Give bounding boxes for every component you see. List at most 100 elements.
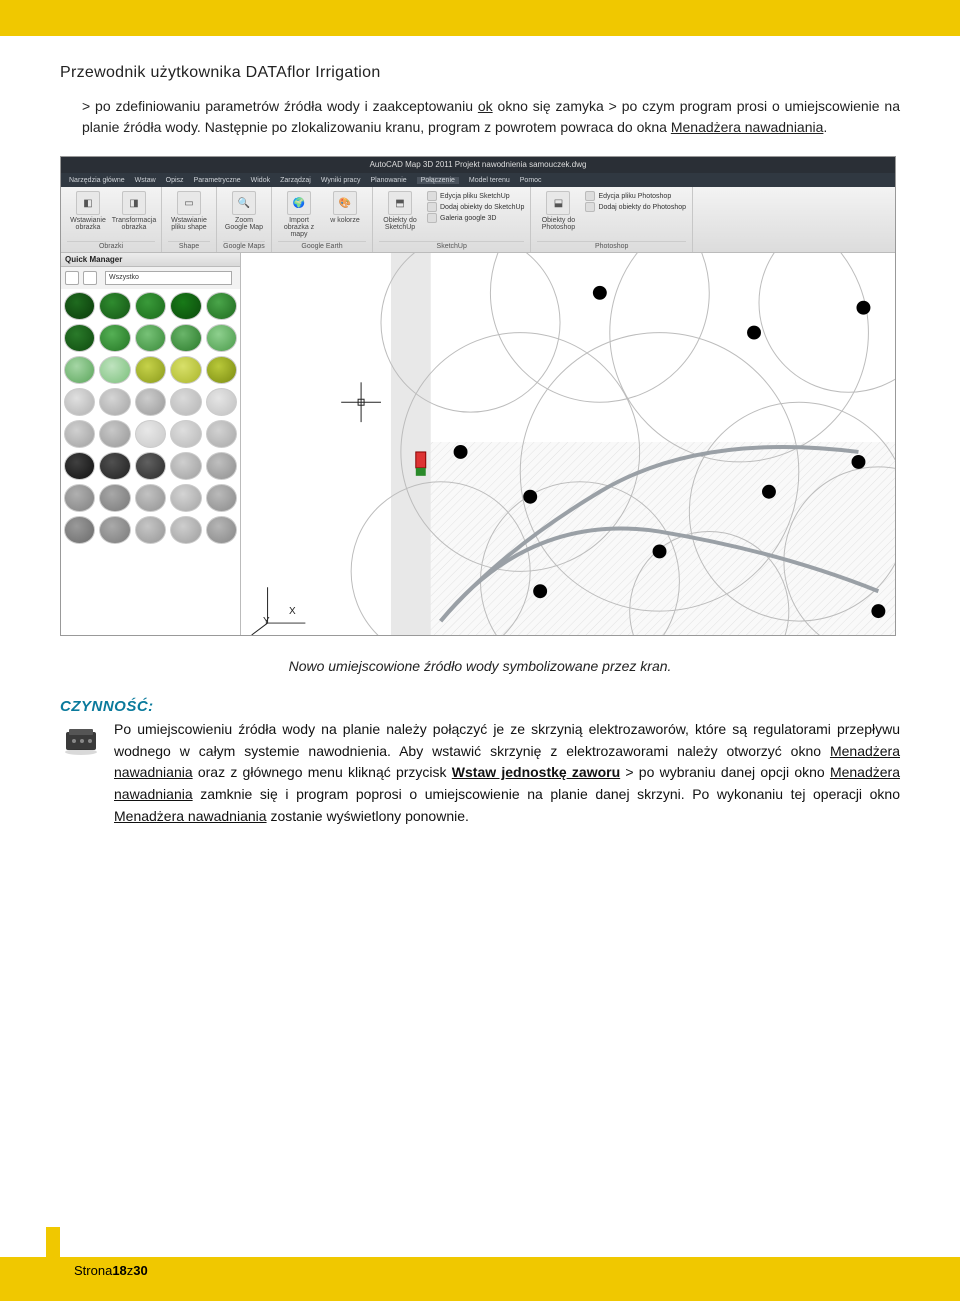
page-footer: Strona 18 z 30 (0, 1257, 960, 1301)
plant-swatch[interactable] (135, 324, 166, 352)
plant-swatch[interactable] (170, 420, 201, 448)
autocad-menubar[interactable]: Narzędzia główne Wstaw Opisz Parametryczne W… (61, 173, 895, 187)
menu-item[interactable]: Wstaw (135, 177, 156, 184)
autocad-canvas[interactable]: Y X (241, 253, 895, 635)
plant-swatch[interactable] (99, 356, 130, 384)
ribbon-small-button[interactable]: Dodaj obiekty do SketchUp (427, 202, 524, 212)
plant-swatch[interactable] (135, 388, 166, 416)
plant-swatch[interactable] (135, 484, 166, 512)
axis-y-label: Y (263, 616, 270, 627)
intro-ok-link: ok (478, 98, 493, 114)
action-seg1: Po umiejscowieniu źródła wody na planie … (114, 721, 900, 759)
ribbon-button[interactable]: ◧ (76, 191, 100, 215)
menu-item[interactable]: Narzędzia główne (69, 177, 125, 184)
plant-swatch[interactable] (64, 292, 95, 320)
plant-swatch[interactable] (99, 388, 130, 416)
footer-page-total: 30 (133, 1263, 147, 1278)
plant-swatch[interactable] (206, 388, 237, 416)
page-body: Przewodnik użytkownika DATAflor Irrigati… (0, 36, 960, 827)
plant-swatch[interactable] (64, 324, 95, 352)
quick-manager-tabs[interactable]: Wszystko (61, 267, 240, 289)
footer-page-current: 18 (112, 1263, 126, 1278)
plant-swatch[interactable] (64, 452, 95, 480)
plant-swatch[interactable] (99, 292, 130, 320)
plant-swatch[interactable] (206, 452, 237, 480)
plant-swatch[interactable] (99, 324, 130, 352)
intro-paragraph: > po zdefiniowaniu parametrów źródła wod… (82, 96, 900, 138)
plant-swatch[interactable] (135, 356, 166, 384)
autocad-screenshot: AutoCAD Map 3D 2011 Projekt nawodnienia … (60, 156, 896, 636)
plant-swatch[interactable] (64, 356, 95, 384)
menu-item[interactable]: Zarządzaj (280, 177, 311, 184)
plant-swatch[interactable] (170, 388, 201, 416)
plant-swatch[interactable] (170, 484, 201, 512)
action-seg4: zamknie się i program poprosi o umiejsco… (193, 786, 900, 802)
axis-x-label: X (289, 606, 296, 617)
ribbon-group-caption: Shape (168, 241, 210, 250)
plant-swatch[interactable] (64, 420, 95, 448)
plant-swatch[interactable] (206, 420, 237, 448)
plant-swatch[interactable] (170, 516, 201, 544)
plant-swatch[interactable] (99, 452, 130, 480)
menu-item[interactable]: Widok (251, 177, 270, 184)
qm-tab-1[interactable] (65, 271, 79, 285)
plant-swatch[interactable] (206, 516, 237, 544)
ribbon-button[interactable]: 🌍 (287, 191, 311, 215)
ribbon-group: ▭ Wstawianie pliku shape Shape (162, 187, 217, 252)
ribbon-button[interactable]: 🎨 (333, 191, 357, 215)
plant-swatch[interactable] (206, 292, 237, 320)
qm-tab-2[interactable] (83, 271, 97, 285)
qm-dropdown[interactable]: Wszystko (105, 271, 232, 285)
action-seg3: > po wybraniu danej opcji okno (620, 764, 830, 780)
ribbon-button[interactable]: ◨ (122, 191, 146, 215)
plant-swatch[interactable] (99, 516, 130, 544)
plant-swatch[interactable] (64, 388, 95, 416)
ribbon-group: 🔍Zoom Google MapGoogle Maps (217, 187, 272, 252)
menu-item[interactable]: Planowanie (370, 177, 406, 184)
plant-swatch[interactable] (99, 484, 130, 512)
ribbon-button-label: Zoom Google Map (223, 217, 265, 231)
plant-swatch[interactable] (99, 420, 130, 448)
quick-manager-panel[interactable]: Quick Manager Wszystko (61, 253, 241, 635)
plant-swatch[interactable] (135, 452, 166, 480)
ribbon-button-label: Wstawianie pliku shape (168, 217, 210, 231)
plant-swatch[interactable] (170, 292, 201, 320)
ribbon-button-label: Transformacja obrazka (112, 217, 156, 231)
ribbon-button-label: Import obrazka z mapy (278, 217, 320, 238)
plant-swatch[interactable] (206, 356, 237, 384)
ribbon-small-button[interactable]: Galeria google 3D (427, 213, 496, 223)
plant-swatch[interactable] (170, 452, 201, 480)
plant-swatch[interactable] (170, 324, 201, 352)
autocad-ribbon[interactable]: ◧ Wstawianie obrazka ◨ Transformacja obrazk… (61, 187, 895, 253)
menu-item[interactable]: Opisz (166, 177, 184, 184)
ribbon-button[interactable]: ▭ (177, 191, 201, 215)
plant-swatch[interactable] (64, 516, 95, 544)
menu-item[interactable]: Połączenie (417, 177, 459, 184)
plant-swatch[interactable] (135, 420, 166, 448)
ribbon-small-button[interactable]: Edycja pliku Photoshop (585, 191, 671, 201)
ribbon-group: ◧ Wstawianie obrazka ◨ Transformacja obrazk… (61, 187, 162, 252)
ribbon-small-button[interactable]: Dodaj obiekty do Photoshop (585, 202, 686, 212)
ribbon-button[interactable]: ⬓ (546, 191, 570, 215)
ribbon-small-button[interactable]: Edycja pliku SketchUp (427, 191, 510, 201)
ribbon-group-caption: SketchUp (379, 241, 524, 250)
plant-swatch[interactable] (170, 356, 201, 384)
menu-item[interactable]: Model terenu (469, 177, 510, 184)
ribbon-button-label: Wstawianie obrazka (67, 217, 109, 231)
quick-manager-grid[interactable] (61, 289, 240, 635)
screenshot-caption: Nowo umiejscowione źródło wody symbolizo… (60, 658, 900, 674)
menu-item[interactable]: Wyniki pracy (321, 177, 361, 184)
ribbon-button[interactable]: 🔍 (232, 191, 256, 215)
plant-swatch[interactable] (135, 292, 166, 320)
plant-swatch[interactable] (206, 484, 237, 512)
plant-swatch[interactable] (135, 516, 166, 544)
menu-item[interactable]: Parametryczne (194, 177, 241, 184)
valve-unit-icon (60, 719, 104, 759)
menu-item[interactable]: Pomoc (520, 177, 542, 184)
top-accent-bar (0, 0, 960, 36)
footer-prefix: Strona (74, 1263, 112, 1278)
ribbon-button[interactable]: ⬒ (388, 191, 412, 215)
plant-swatch[interactable] (206, 324, 237, 352)
action-link-3: Menadżera nawadniania (114, 808, 267, 824)
plant-swatch[interactable] (64, 484, 95, 512)
